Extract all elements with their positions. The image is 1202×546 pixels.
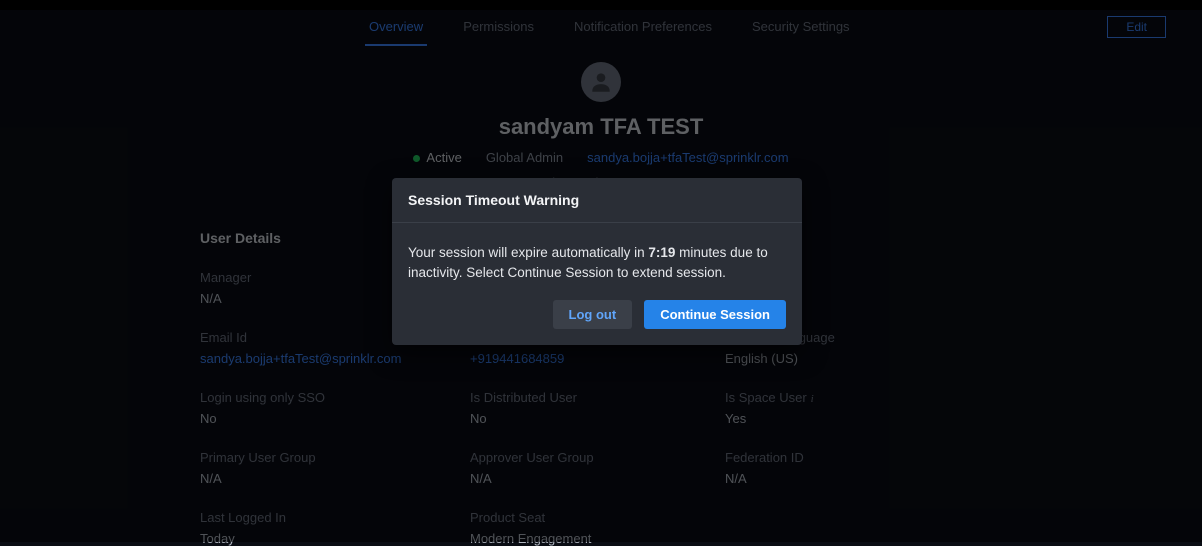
- top-strip: [0, 0, 1202, 10]
- field-value-space-user: Yes: [725, 411, 985, 426]
- field-value-login-sso: No: [200, 411, 470, 426]
- field-label-last-logged: Last Logged In: [200, 510, 470, 525]
- modal-message: Your session will expire automatically i…: [392, 223, 802, 300]
- tab-security-settings[interactable]: Security Settings: [748, 11, 854, 46]
- session-timeout-modal: Session Timeout Warning Your session wil…: [392, 178, 802, 345]
- field-label-product-seat: Product Seat: [470, 510, 725, 525]
- field-label-federation-id: Federation ID: [725, 450, 985, 465]
- field-value-last-logged: Today: [200, 531, 470, 546]
- profile-email-link[interactable]: sandya.bojja+tfaTest@sprinklr.com: [587, 150, 788, 165]
- field-value-approver-group: N/A: [470, 471, 725, 486]
- modal-countdown: 7:19: [648, 245, 675, 260]
- display-name: sandyam TFA TEST: [0, 114, 1202, 140]
- edit-button[interactable]: Edit: [1107, 16, 1166, 38]
- tab-overview[interactable]: Overview: [365, 11, 427, 46]
- field-label-login-sso: Login using only SSO: [200, 390, 470, 405]
- field-label-distributed-user: Is Distributed User: [470, 390, 725, 405]
- logout-button[interactable]: Log out: [553, 300, 633, 329]
- field-value-platform-language: English (US): [725, 351, 985, 366]
- field-value-distributed-user: No: [470, 411, 725, 426]
- user-icon: [588, 69, 614, 95]
- field-label-approver-group: Approver User Group: [470, 450, 725, 465]
- status-dot-icon: [413, 155, 420, 162]
- info-icon[interactable]: i: [811, 393, 814, 405]
- field-value-email[interactable]: sandya.bojja+tfaTest@sprinklr.com: [200, 351, 470, 366]
- field-value-federation-id: N/A: [725, 471, 985, 486]
- tab-permissions[interactable]: Permissions: [459, 11, 538, 46]
- profile-header: sandyam TFA TEST Active Global Admin san…: [0, 46, 1202, 190]
- field-value-primary-group: N/A: [200, 471, 470, 486]
- field-label-primary-group: Primary User Group: [200, 450, 470, 465]
- avatar: [581, 62, 621, 102]
- modal-title: Session Timeout Warning: [392, 178, 802, 223]
- continue-session-button[interactable]: Continue Session: [644, 300, 786, 329]
- role-text: Global Admin: [486, 150, 563, 165]
- field-value-phone[interactable]: +919441684859: [470, 351, 725, 366]
- tab-notification-preferences[interactable]: Notification Preferences: [570, 11, 716, 46]
- status-text: Active: [426, 150, 461, 165]
- field-value-product-seat: Modern Engagement: [470, 531, 725, 546]
- status-badge: Active: [413, 150, 461, 165]
- field-label-space-user: Is Space Useri: [725, 390, 985, 405]
- tab-bar: Overview Permissions Notification Prefer…: [0, 10, 1202, 46]
